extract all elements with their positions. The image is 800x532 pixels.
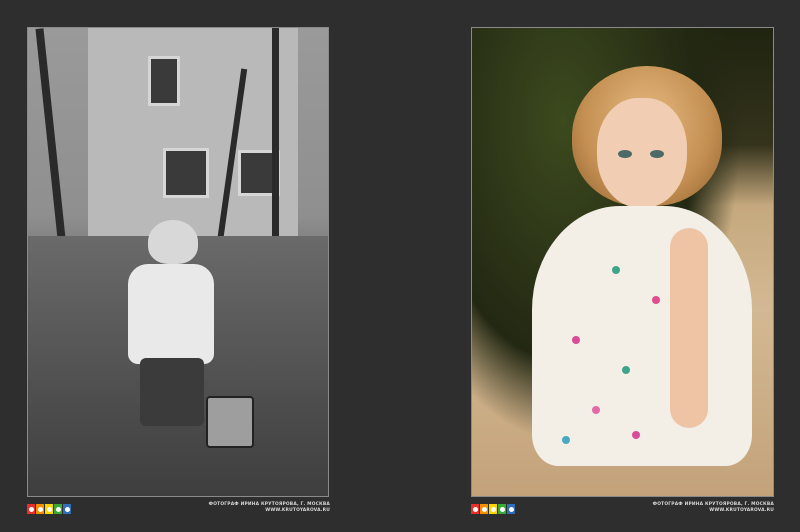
photo-girl-arm xyxy=(670,228,708,428)
logo-tile xyxy=(27,504,35,514)
credit-url-line: WWW.KRUTOYAROVA.RU xyxy=(265,508,330,513)
logo-tile xyxy=(63,504,71,514)
color-photo-girl-in-floral-dress[interactable] xyxy=(471,27,774,497)
logo-tile xyxy=(471,504,479,514)
photo-background xyxy=(472,28,773,496)
photo-tree xyxy=(35,28,69,268)
credit-url-line: WWW.KRUTOYAROVA.RU xyxy=(709,508,774,513)
dress-flower xyxy=(592,406,600,414)
dress-flower xyxy=(652,296,660,304)
photo-floral-dress xyxy=(532,206,752,466)
photo-girl-face xyxy=(597,98,687,208)
photo-child-coat xyxy=(128,264,214,364)
photo-toy-truck xyxy=(206,396,254,448)
photo-window xyxy=(163,148,209,198)
dress-flower xyxy=(622,366,630,374)
dress-flower xyxy=(572,336,580,344)
dress-flower xyxy=(562,436,570,444)
photo-girl-eye xyxy=(618,150,632,158)
bw-photo-child-with-toy-truck[interactable] xyxy=(27,27,329,497)
logo-tile xyxy=(480,504,488,514)
photo-background xyxy=(28,28,328,496)
photo-child-legs xyxy=(140,358,204,426)
logo-tile xyxy=(498,504,506,514)
logo-tile xyxy=(36,504,44,514)
photo-tree xyxy=(272,28,279,258)
photo-girl-eye xyxy=(650,150,664,158)
logo-tile xyxy=(507,504,515,514)
dress-flower xyxy=(632,431,640,439)
logo-tile xyxy=(54,504,62,514)
photo-child-hat xyxy=(148,220,198,264)
studio-logo xyxy=(471,504,515,514)
dress-flower xyxy=(612,266,620,274)
left-page: ФОТОГРАФ ИРИНА КРУТОЯРОВА, Г. МОСКВА WWW… xyxy=(0,0,400,532)
logo-tile xyxy=(489,504,497,514)
album-spread: ФОТОГРАФ ИРИНА КРУТОЯРОВА, Г. МОСКВА WWW… xyxy=(0,0,800,532)
right-page: ФОТОГРАФ ИРИНА КРУТОЯРОВА, Г. МОСКВА WWW… xyxy=(400,0,800,532)
photographer-credit: ФОТОГРАФ ИРИНА КРУТОЯРОВА, Г. МОСКВА WWW… xyxy=(180,502,330,514)
photo-window xyxy=(148,56,180,106)
photo-building xyxy=(88,28,298,238)
photographer-credit: ФОТОГРАФ ИРИНА КРУТОЯРОВА, Г. МОСКВА WWW… xyxy=(624,502,774,514)
logo-tile xyxy=(45,504,53,514)
studio-logo xyxy=(27,504,71,514)
